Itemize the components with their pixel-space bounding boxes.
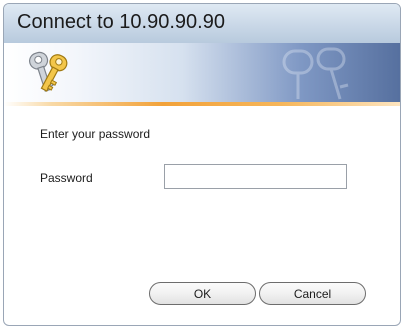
dialog-title: Connect to 10.90.90.90 bbox=[17, 11, 225, 33]
password-label: Password bbox=[40, 171, 93, 185]
password-prompt: Enter your password bbox=[40, 127, 151, 141]
cancel-button[interactable]: Cancel bbox=[259, 282, 366, 305]
connect-dialog: Connect to 10.90.90.90 Enter your passwo… bbox=[3, 3, 401, 326]
keys-watermark-icon bbox=[282, 47, 349, 100]
title-bar[interactable]: Connect to 10.90.90.90 bbox=[4, 4, 400, 43]
banner-accent-line bbox=[4, 102, 400, 106]
password-input[interactable] bbox=[164, 164, 347, 189]
ok-button[interactable]: OK bbox=[149, 282, 256, 305]
keys-icon bbox=[29, 51, 68, 92]
